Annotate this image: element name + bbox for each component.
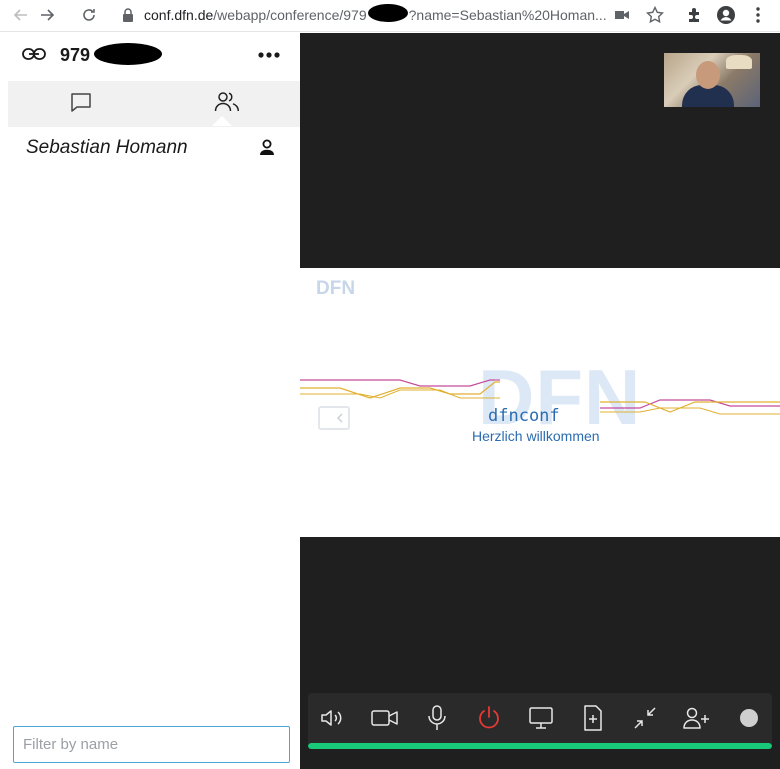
screen-share-icon[interactable]: [526, 703, 556, 733]
filter-by-name-input[interactable]: [13, 726, 290, 763]
collapse-icon[interactable]: [630, 703, 660, 733]
bookmark-star-icon[interactable]: [645, 5, 665, 25]
self-view-video[interactable]: [664, 53, 760, 107]
camera-indicator-icon[interactable]: [612, 5, 632, 25]
presentation-slide: DFN DFN dfnconf Herzlich willkommen: [300, 268, 780, 537]
lamp-shape: [726, 55, 752, 69]
slide-nav-button[interactable]: [318, 406, 350, 430]
user-icon: [258, 138, 276, 158]
connection-quality-bar: [308, 743, 772, 749]
sidebar-tabs: [8, 81, 300, 127]
camera-icon[interactable]: [370, 703, 400, 733]
reload-icon[interactable]: [78, 4, 100, 26]
person-head-shape: [696, 61, 720, 89]
speaker-icon[interactable]: [318, 703, 348, 733]
tab-chat[interactable]: [8, 81, 154, 127]
browser-toolbar: conf.dfn.de/webapp/conference/979 ?name=S…: [0, 0, 780, 32]
add-file-icon[interactable]: [578, 703, 608, 733]
sidebar: 979 Sebastian Homann: [0, 33, 300, 769]
more-options-button[interactable]: [256, 45, 282, 65]
chat-bubble-icon: [70, 92, 92, 117]
connection-quality-fill: [308, 743, 772, 749]
lock-icon[interactable]: [118, 5, 138, 25]
slide-logo-small: DFN: [316, 278, 356, 299]
redaction-mark: [94, 43, 162, 65]
back-icon[interactable]: [10, 4, 32, 26]
product-name: dfnconf: [488, 406, 560, 426]
participant-row[interactable]: Sebastian Homann: [0, 131, 300, 165]
participants-icon: [214, 91, 240, 118]
video-stage: DFN DFN dfnconf Herzlich willkommen: [300, 33, 780, 769]
chevron-left-icon: [336, 413, 343, 423]
redaction-mark: [368, 4, 408, 22]
link-icon[interactable]: [22, 47, 46, 66]
add-participant-icon[interactable]: [682, 703, 712, 733]
active-tab-indicator: [212, 116, 232, 126]
microphone-icon[interactable]: [422, 703, 452, 733]
call-controls-bar: [308, 693, 772, 747]
conference-id: 979: [60, 45, 91, 65]
forward-icon[interactable]: [36, 4, 58, 26]
welcome-text: Herzlich willkommen: [472, 428, 600, 444]
participant-name: Sebastian Homann: [26, 137, 188, 158]
status-dot-icon[interactable]: [734, 703, 764, 733]
hangup-icon[interactable]: [474, 703, 504, 733]
extensions-icon[interactable]: [684, 5, 704, 25]
menu-kebab-icon[interactable]: [748, 5, 768, 25]
profile-icon[interactable]: [716, 5, 736, 25]
conference-header: 979: [0, 33, 300, 81]
